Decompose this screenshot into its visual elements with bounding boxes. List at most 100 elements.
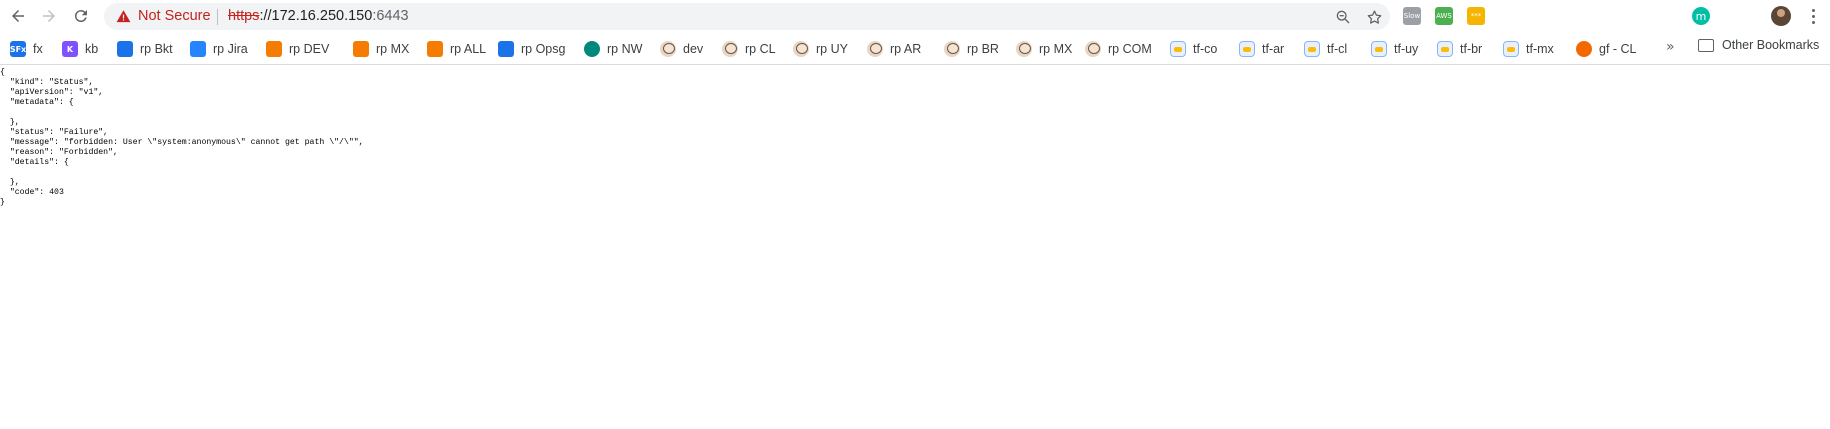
tf-icon: [1239, 41, 1255, 57]
bookmark-label: tf-br: [1460, 42, 1483, 56]
not-secure-label[interactable]: Not Secure: [138, 8, 211, 24]
cube-icon: [427, 41, 443, 57]
bookmark-label: rp COM: [1108, 42, 1152, 56]
reload-button[interactable]: [69, 4, 93, 28]
reload-icon: [74, 10, 87, 23]
bookmark-item[interactable]: tf-ar: [1239, 39, 1284, 59]
m-extension-icon[interactable]: m: [1692, 7, 1710, 25]
forward-button[interactable]: [37, 4, 61, 28]
other-bookmarks-folder[interactable]: Other Bookmarks: [1722, 38, 1819, 52]
eye-extension-icon[interactable]: [1500, 7, 1518, 25]
json-line: },: [0, 118, 20, 127]
jenkins-icon: [867, 41, 883, 57]
bookmark-label: rp NW: [607, 42, 643, 56]
bookmark-label: tf-cl: [1327, 42, 1348, 56]
bitbucket-icon: [117, 41, 133, 57]
back-arrow-icon: [12, 10, 24, 22]
warning-icon: [116, 10, 131, 23]
json-line: "apiVersion": "v1",: [0, 88, 104, 97]
bookmark-item[interactable]: rp DEV: [266, 39, 329, 59]
bookmark-label: rp MX: [376, 42, 410, 56]
bookmark-label: tf-mx: [1526, 42, 1554, 56]
gnome-extension-icon[interactable]: [1627, 7, 1645, 25]
bookmark-label: tf-uy: [1394, 42, 1419, 56]
json-line: "code": 403: [0, 188, 64, 197]
bookmark-item[interactable]: rp Opsg: [498, 39, 565, 59]
bookmark-label: rp ALL: [450, 42, 487, 56]
circle-extension-icon[interactable]: [1659, 7, 1677, 25]
bookmark-item[interactable]: rp Jira: [190, 39, 248, 59]
bookmarks-overflow-button[interactable]: »: [1666, 39, 1675, 55]
incognito-extension-icon[interactable]: [1532, 7, 1550, 25]
bookmark-item[interactable]: rp BR: [944, 39, 999, 59]
json-line: "reason": "Forbidden",: [0, 148, 118, 157]
puzzle-extension-icon[interactable]: [1595, 7, 1613, 25]
bookmark-label: rp UY: [816, 42, 848, 56]
bookmark-item[interactable]: tf-mx: [1503, 39, 1554, 59]
browser-toolbar: Not Secure https://172.16.250.150:6443 S…: [0, 0, 1830, 33]
password-extension-icon[interactable]: ***: [1467, 7, 1485, 25]
bookmark-item[interactable]: tf-br: [1437, 39, 1482, 59]
jenkins-icon: [1085, 41, 1101, 57]
menu-dot-icon: [1811, 14, 1815, 18]
bookmark-item[interactable]: gf - CL: [1576, 39, 1637, 59]
bookmark-label: rp CL: [745, 42, 776, 56]
bookmark-label: gf - CL: [1599, 42, 1637, 56]
sfx-icon: SFx: [10, 41, 26, 57]
omnibox-divider: [217, 9, 218, 25]
bookmark-label: rp BR: [967, 42, 999, 56]
arrows-extension-icon[interactable]: [1724, 7, 1742, 25]
back-button[interactable]: [6, 4, 30, 28]
menu-dot-icon: [1811, 8, 1815, 12]
bookmark-item[interactable]: tf-co: [1170, 39, 1217, 59]
jenkins-icon: [1016, 41, 1032, 57]
url-scheme: https: [228, 8, 260, 24]
bookmark-item[interactable]: tf-cl: [1304, 39, 1347, 59]
bookmark-item[interactable]: rp Bkt: [117, 39, 173, 59]
address-bar[interactable]: Not Secure https://172.16.250.150:6443: [104, 3, 1390, 30]
bookmark-item[interactable]: rp MX: [353, 39, 409, 59]
json-line: {: [0, 68, 5, 77]
url-text[interactable]: https://172.16.250.150:6443: [228, 8, 409, 24]
bookmark-label: rp AR: [890, 42, 922, 56]
bookmark-item[interactable]: rp CL: [722, 39, 776, 59]
ring-icon: [584, 41, 600, 57]
bookmark-star-icon[interactable]: [1364, 7, 1384, 27]
json-line: "message": "forbidden: User \"system:ano…: [0, 138, 364, 147]
jenkins-icon: [722, 41, 738, 57]
bookmark-item[interactable]: Kkb: [62, 39, 98, 59]
zoom-icon[interactable]: [1333, 7, 1353, 27]
bookmark-label: rp DEV: [289, 42, 330, 56]
bookmark-label: rp Jira: [213, 42, 248, 56]
json-line: [0, 108, 1830, 118]
bookmark-label: dev: [683, 42, 704, 56]
json-response: { "kind": "Status", "apiVersion": "v1", …: [0, 68, 1830, 208]
bookmark-item[interactable]: rp MX: [1016, 39, 1072, 59]
menu-dot-icon: [1811, 20, 1815, 24]
tf-icon: [1304, 41, 1320, 57]
opsgenie-icon: [498, 41, 514, 57]
cube-icon: [266, 41, 282, 57]
bookmark-label: kb: [85, 42, 99, 56]
bookmark-item[interactable]: tf-uy: [1371, 39, 1418, 59]
jira-icon: [190, 41, 206, 57]
bookmark-item[interactable]: rp AR: [867, 39, 921, 59]
aws-extension-icon[interactable]: AWS: [1435, 7, 1453, 25]
tf-icon: [1437, 41, 1453, 57]
bookmark-label: rp MX: [1039, 42, 1073, 56]
json-line: [0, 168, 1830, 178]
bookmark-label: rp Bkt: [140, 42, 173, 56]
bookmark-item[interactable]: rp ALL: [427, 39, 486, 59]
slow-extension-icon[interactable]: Slow: [1403, 7, 1421, 25]
bookmark-item[interactable]: SFx fx: [10, 39, 43, 59]
bookmark-item[interactable]: rp NW: [584, 39, 642, 59]
bookmarks-bar: SFx fx Kkb rp Bkt rp Jira rp DEV rp MX rp ALL rp…: [0, 33, 1830, 65]
grafana-icon: [1576, 41, 1592, 57]
bookmark-item[interactable]: rp UY: [793, 39, 848, 59]
bookmark-item[interactable]: dev: [660, 39, 703, 59]
menu-button[interactable]: [1806, 6, 1820, 26]
bookmark-item[interactable]: rp COM: [1085, 39, 1152, 59]
bookmark-label: tf-co: [1193, 42, 1218, 56]
profile-avatar[interactable]: [1771, 6, 1791, 26]
gear-extension-icon[interactable]: [1564, 7, 1582, 25]
